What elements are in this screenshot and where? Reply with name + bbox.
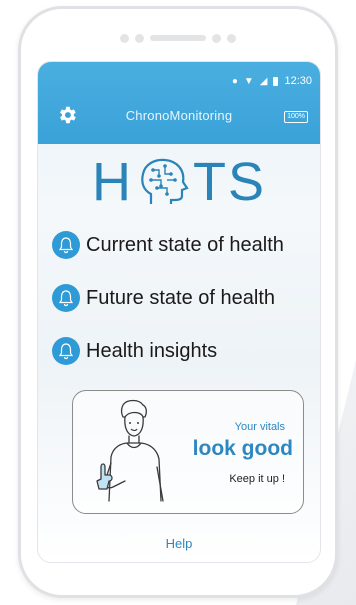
menu-item-future-state[interactable]: Future state of health	[38, 283, 320, 313]
phone-speaker	[21, 33, 335, 43]
thumbs-up-person-icon	[96, 399, 164, 502]
speaker-dot	[227, 33, 236, 43]
vitals-caption: Your vitals	[234, 421, 285, 433]
health-menu: Current state of health Future state of …	[38, 230, 320, 389]
logo-letters: TS	[192, 152, 266, 212]
bell-icon	[52, 231, 80, 259]
app-screen: ● ▼ ◢ 12:30 ChronoMonitoring 100% H TS C…	[37, 61, 321, 563]
wifi-icon: ▼	[243, 75, 254, 87]
speaker-grill	[150, 35, 206, 41]
speaker-dot	[212, 33, 221, 43]
app-header: ● ▼ ◢ 12:30 ChronoMonitoring 100%	[38, 62, 320, 144]
menu-item-label: Current state of health	[86, 233, 284, 256]
menu-item-label: Future state of health	[86, 286, 276, 309]
bell-icon	[52, 337, 80, 365]
menu-item-label: Health insights	[86, 339, 218, 362]
menu-item-current-state[interactable]: Current state of health	[38, 230, 320, 260]
vitals-status: look good	[192, 437, 293, 460]
battery-indicator: 100%	[284, 111, 308, 123]
speaker-dot	[120, 33, 129, 43]
vitals-encouragement: Keep it up !	[229, 473, 285, 485]
sync-icon: ●	[231, 75, 238, 87]
brain-head-icon	[141, 158, 189, 204]
speaker-dot	[135, 33, 144, 43]
bell-icon	[52, 284, 80, 312]
logo-letter: H	[91, 152, 133, 212]
help-link[interactable]: Help	[38, 536, 320, 551]
battery-icon	[273, 76, 279, 86]
hots-logo: H TS	[38, 152, 320, 212]
status-bar: ● ▼ ◢ 12:30	[232, 75, 312, 87]
vitals-card: Your vitals look good Keep it up !	[72, 390, 304, 514]
menu-item-health-insights[interactable]: Health insights	[38, 336, 320, 366]
status-time: 12:30	[284, 75, 312, 87]
signal-icon: ◢	[259, 75, 268, 87]
phone-frame: ● ▼ ◢ 12:30 ChronoMonitoring 100% H TS C…	[18, 6, 338, 598]
app-title: ChronoMonitoring	[125, 108, 233, 123]
